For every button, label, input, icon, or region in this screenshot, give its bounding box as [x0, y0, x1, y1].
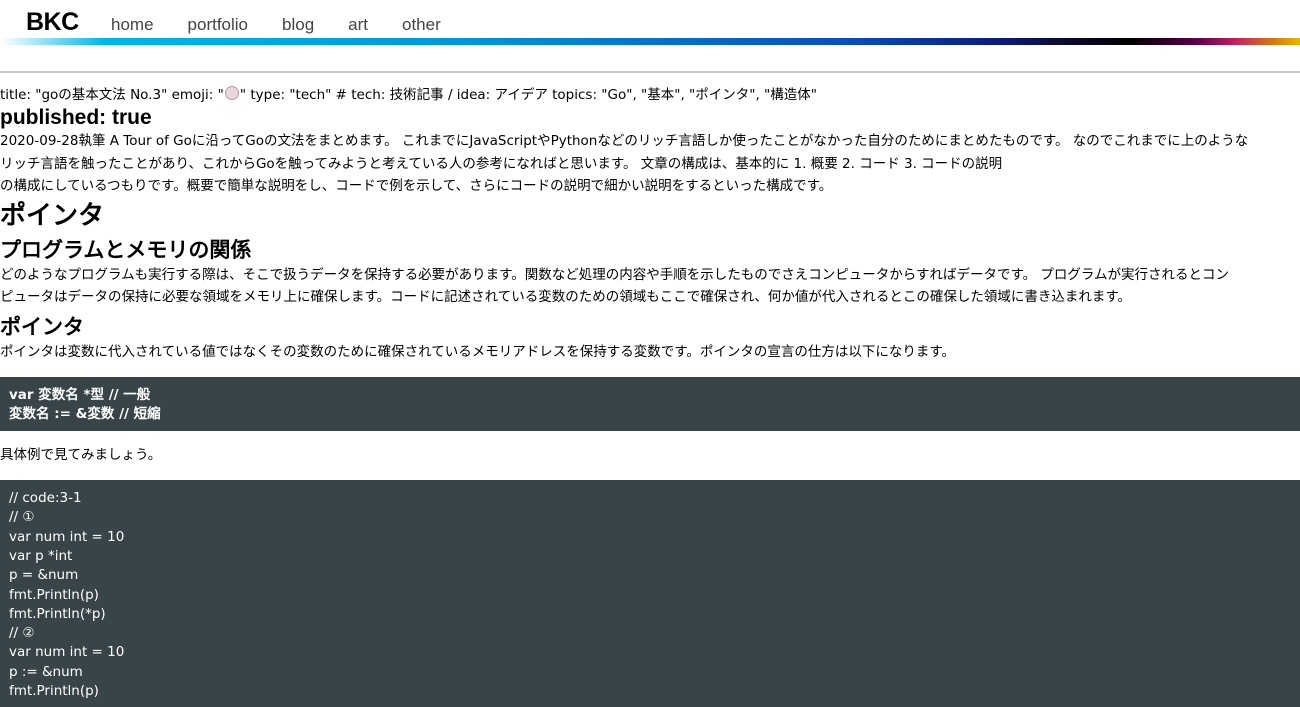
memory-line-2: ピュータはデータの保持に必要な領域をメモリ上に確保します。コードに記述されている…	[0, 289, 1132, 305]
nav-portfolio[interactable]: portfolio	[188, 15, 248, 35]
article: title: "goの基本文法 No.3" emoji: " " type: "t…	[0, 86, 1300, 707]
header-gradient-bar	[0, 38, 1300, 45]
mouse-face-emoji-icon	[224, 86, 239, 100]
intro-line-3: の構成にしているつもりです。概要で簡単な説明をし、コードで例を示して、さらにコー…	[0, 178, 833, 194]
code-line: 変数名 := &変数 // 短縮	[9, 406, 161, 423]
site-logo[interactable]: BKC	[26, 8, 79, 37]
code-line: var p *int	[9, 547, 73, 564]
code-line: fmt.Println(p)	[9, 586, 99, 603]
published-heading: published: true	[0, 106, 152, 129]
frontmatter-text: title: "goの基本文法 No.3" emoji: " " type: "t…	[0, 86, 1300, 104]
nav-art[interactable]: art	[348, 15, 368, 35]
memory-paragraph: どのようなプログラムも実行する際は、そこで扱うデータを保持する必要があります。関…	[0, 264, 1300, 309]
code-block-syntax: var 変数名 *型 // 一般 変数名 := &変数 // 短縮	[0, 377, 1300, 431]
code-block-example: // code:3-1 // ① var num int = 10 var p …	[0, 480, 1300, 707]
code-line: var 変数名 *型 // 一般	[9, 387, 151, 403]
memory-line-1: どのようなプログラムも実行する際は、そこで扱うデータを保持する必要があります。関…	[0, 266, 1230, 283]
frontmatter-prefix: title: "goの基本文法 No.3" emoji: "	[0, 87, 224, 103]
code-line: fmt.Println(*p)	[9, 605, 106, 622]
code-line: // code:3-1	[9, 490, 82, 507]
intro-line-1: 2020-09-28執筆 A Tour of Goに沿ってGoの文法をまとめます…	[0, 133, 1249, 149]
code-line: // ②	[9, 625, 35, 642]
intro-paragraph: 2020-09-28執筆 A Tour of Goに沿ってGoの文法をまとめます…	[0, 130, 1300, 198]
code-line: // ①	[9, 509, 35, 526]
section-heading-pointer: ポインタ	[0, 314, 84, 339]
main-nav: home portfolio blog art other	[111, 15, 475, 35]
site-header: BKC home portfolio blog art other	[0, 0, 1300, 73]
code-line: p := &num	[9, 663, 83, 680]
intro-line-2: リッチ言語を触ったことがあり、これからGoを触ってみようと考えている人の参考にな…	[0, 155, 1003, 172]
pointer-paragraph: ポインタは変数に代入されている値ではなくその変数のために確保されているメモリアド…	[0, 343, 955, 360]
code-line: var num int = 10	[9, 644, 125, 661]
example-intro: 具体例で見てみましょう。	[0, 446, 162, 463]
nav-home[interactable]: home	[111, 15, 154, 35]
code-line: fmt.Println(p)	[9, 683, 99, 700]
section-heading-memory: プログラムとメモリの関係	[0, 237, 252, 262]
nav-blog[interactable]: blog	[282, 15, 314, 35]
code-line: var num int = 10	[9, 528, 125, 545]
code-line: p = &num	[9, 567, 79, 584]
page-title: ポインタ	[0, 200, 105, 231]
header-divider	[0, 71, 1300, 73]
nav-other[interactable]: other	[402, 15, 441, 35]
frontmatter-suffix: " type: "tech" # tech: 技術記事 / idea: アイデア…	[239, 87, 817, 103]
